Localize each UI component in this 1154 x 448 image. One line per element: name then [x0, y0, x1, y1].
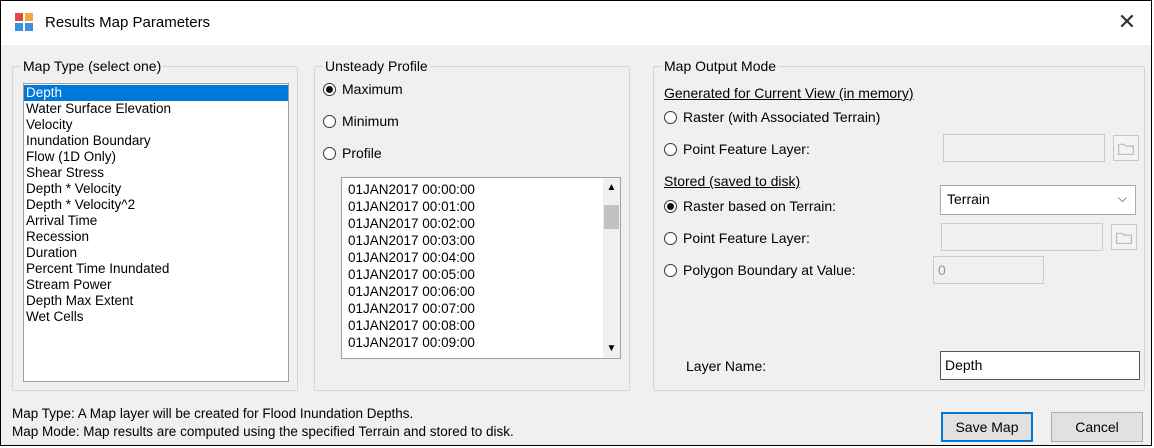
scroll-down-icon[interactable]: ▼ — [603, 343, 620, 354]
profile-radio-profile[interactable]: Profile — [323, 145, 382, 161]
map-type-item[interactable]: Wet Cells — [24, 309, 288, 325]
profile-time-item[interactable]: 01JAN2017 00:04:00 — [346, 250, 620, 267]
point-feature-stored-label: Point Feature Layer: — [683, 230, 810, 246]
point-feature-current-label: Point Feature Layer: — [683, 141, 810, 157]
map-type-item[interactable]: Inundation Boundary — [24, 133, 288, 149]
folder-browse-icon — [1111, 224, 1137, 250]
map-type-item[interactable]: Shear Stress — [24, 165, 288, 181]
map-type-item[interactable]: Duration — [24, 245, 288, 261]
map-type-group: Map Type (select one) Depth Water Surface… — [12, 58, 298, 391]
scroll-up-icon[interactable]: ▲ — [603, 182, 620, 193]
unsteady-profile-group-title: Unsteady Profile — [323, 58, 430, 74]
save-map-button[interactable]: Save Map — [941, 412, 1033, 442]
raster-assoc-label: Raster (with Associated Terrain) — [683, 109, 881, 125]
profile-time-item[interactable]: 01JAN2017 00:08:00 — [346, 318, 620, 335]
profile-time-item[interactable]: 01JAN2017 00:07:00 — [346, 301, 620, 318]
polygon-value-field: 0 — [933, 256, 1044, 284]
scroll-thumb[interactable] — [604, 205, 619, 229]
profile-time-item[interactable]: 01JAN2017 00:02:00 — [346, 216, 620, 233]
map-type-item[interactable]: Depth * Velocity — [24, 181, 288, 197]
profile-radio-label: Profile — [342, 145, 382, 161]
close-icon[interactable]: ✕ — [1113, 9, 1141, 37]
profile-time-item[interactable]: 01JAN2017 00:00:00 — [346, 182, 620, 199]
radio-icon — [664, 263, 677, 277]
polygon-boundary-label: Polygon Boundary at Value: — [683, 262, 856, 278]
profile-time-item[interactable]: 01JAN2017 00:03:00 — [346, 233, 620, 250]
radio-icon — [323, 82, 336, 96]
cancel-button[interactable]: Cancel — [1051, 412, 1143, 442]
map-type-item[interactable]: Recession — [24, 229, 288, 245]
raster-assoc-radio[interactable]: Raster (with Associated Terrain) — [664, 109, 880, 125]
raster-terrain-label: Raster based on Terrain: — [683, 198, 837, 214]
map-type-item[interactable]: Depth Max Extent — [24, 293, 288, 309]
current-view-heading: Generated for Current View (in memory) — [664, 85, 914, 101]
map-type-item[interactable]: Arrival Time — [24, 213, 288, 229]
chevron-down-icon: ⌵ — [1117, 191, 1127, 205]
stored-heading: Stored (saved to disk) — [664, 173, 801, 189]
layer-name-input[interactable]: Depth — [940, 351, 1140, 380]
profile-radio-label: Minimum — [342, 113, 399, 129]
point-feature-current-field — [943, 134, 1105, 162]
profile-time-item[interactable]: 01JAN2017 00:09:00 — [346, 335, 620, 352]
terrain-select-value: Terrain — [947, 191, 990, 207]
map-type-listbox[interactable]: Depth Water Surface Elevation Velocity Inun… — [23, 83, 289, 382]
map-type-item[interactable]: Depth * Velocity^2 — [24, 197, 288, 213]
radio-icon — [323, 146, 336, 160]
point-feature-stored-field — [941, 223, 1103, 251]
time-list-scrollbar[interactable]: ▲ ▼ — [603, 178, 620, 358]
profile-time-listbox[interactable]: 01JAN2017 00:00:00 01JAN2017 00:01:00 01JA… — [341, 177, 621, 359]
radio-icon — [664, 231, 677, 245]
point-feature-stored-radio[interactable]: Point Feature Layer: — [664, 230, 810, 246]
app-icon — [15, 13, 33, 31]
raster-terrain-radio[interactable]: Raster based on Terrain: — [664, 198, 836, 214]
profile-radio-minimum[interactable]: Minimum — [323, 113, 399, 129]
profile-time-item[interactable]: 01JAN2017 00:05:00 — [346, 267, 620, 284]
map-type-item[interactable]: Velocity — [24, 117, 288, 133]
radio-icon — [664, 142, 677, 156]
map-type-item[interactable]: Flow (1D Only) — [24, 149, 288, 165]
profile-radio-label: Maximum — [342, 81, 403, 97]
map-mode-info: Map Mode: Map results are computed using… — [12, 424, 514, 439]
profile-time-item[interactable]: 01JAN2017 00:06:00 — [346, 284, 620, 301]
terrain-select[interactable]: Terrain ⌵ — [940, 185, 1136, 215]
map-type-item[interactable]: Percent Time Inundated — [24, 261, 288, 277]
profile-time-item[interactable]: 01JAN2017 00:01:00 — [346, 199, 620, 216]
title-bar: Results Map Parameters ✕ — [1, 1, 1151, 45]
unsteady-profile-group: Unsteady Profile Maximum Minimum Profile 0… — [314, 58, 630, 391]
map-type-item[interactable]: Depth — [24, 85, 288, 101]
point-feature-current-radio[interactable]: Point Feature Layer: — [664, 141, 810, 157]
map-output-mode-group-title: Map Output Mode — [662, 58, 779, 74]
profile-radio-maximum[interactable]: Maximum — [323, 81, 403, 97]
map-type-item[interactable]: Water Surface Elevation — [24, 101, 288, 117]
radio-icon — [664, 199, 677, 213]
radio-icon — [664, 110, 677, 124]
results-map-parameters-dialog: Results Map Parameters ✕ Map Type (selec… — [0, 0, 1152, 446]
map-type-item[interactable]: Stream Power — [24, 277, 288, 293]
map-type-info: Map Type: A Map layer will be created fo… — [12, 406, 414, 421]
map-type-group-title: Map Type (select one) — [21, 58, 164, 74]
window-title: Results Map Parameters — [45, 14, 211, 31]
polygon-boundary-radio[interactable]: Polygon Boundary at Value: — [664, 262, 856, 278]
radio-icon — [323, 114, 336, 128]
folder-browse-icon — [1113, 135, 1139, 161]
map-output-mode-group: Map Output Mode Generated for Current Vi… — [653, 58, 1145, 391]
layer-name-label: Layer Name: — [686, 358, 767, 374]
